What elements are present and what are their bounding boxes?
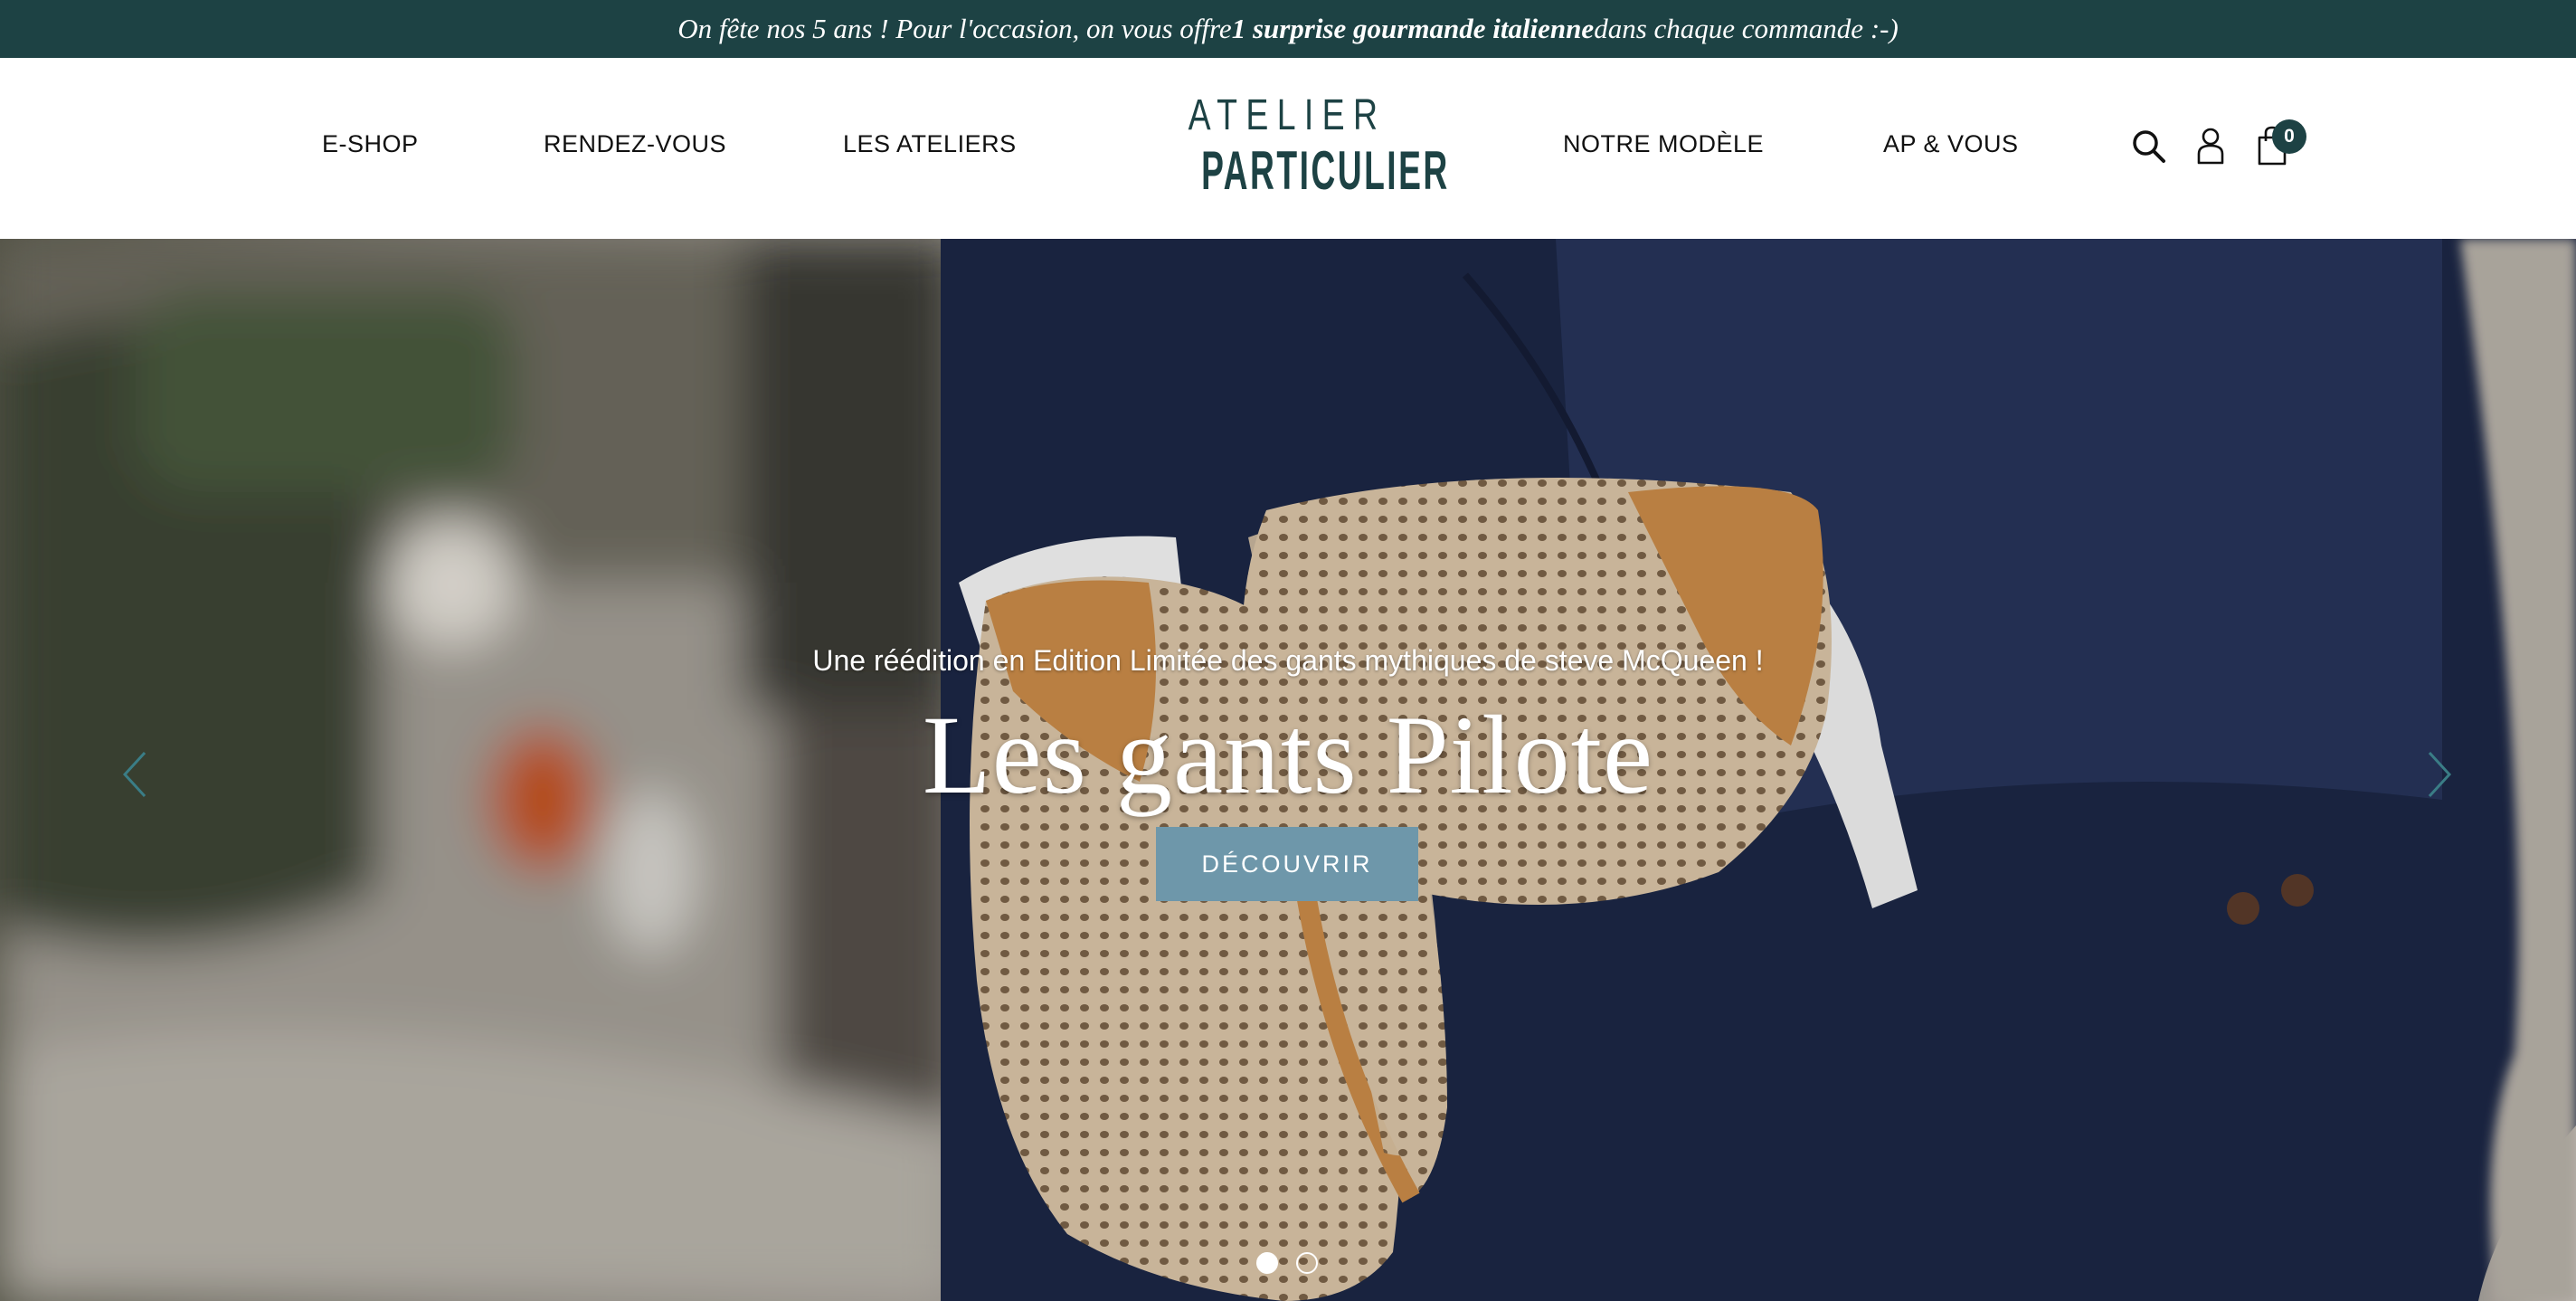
search-icon[interactable]: [2131, 128, 2167, 169]
announcement-highlight: 1 surprise gourmande italienne: [1231, 13, 1595, 44]
nav-les-ateliers[interactable]: LES ATELIERS: [843, 130, 1017, 158]
announcement-bar: On fête nos 5 ans ! Pour l'occasion, on …: [0, 0, 2576, 58]
discover-button[interactable]: DÉCOUVRIR: [1156, 827, 1418, 901]
announcement-suffix: dans chaque commande :-): [1594, 13, 1899, 44]
nav-rendez-vous[interactable]: RENDEZ-VOUS: [544, 130, 726, 158]
slide-dot-1[interactable]: [1256, 1252, 1278, 1274]
nav-ap-et-vous[interactable]: AP & VOUS: [1883, 130, 2019, 158]
hero-title: Les gants Pilote: [922, 693, 1654, 817]
logo-line-1: ATELIER: [1188, 91, 1387, 139]
next-slide-arrow-icon[interactable]: [2424, 749, 2455, 804]
prev-slide-arrow-icon[interactable]: [119, 749, 150, 804]
hero-subtitle: Une réédition en Edition Limitée des gan…: [812, 644, 1764, 677]
nav-eshop[interactable]: E-SHOP: [322, 130, 419, 158]
site-header: E-SHOP RENDEZ-VOUS LES ATELIERS ATELIER …: [0, 58, 2576, 239]
cart-count-badge: 0: [2272, 119, 2306, 154]
hero-slider: Une réédition en Edition Limitée des gan…: [0, 239, 2576, 1301]
nav-notre-modele[interactable]: NOTRE MODÈLE: [1563, 130, 1764, 158]
brand-logo[interactable]: ATELIER PARTICULIER: [1149, 90, 1450, 208]
logo-line-2: PARTICULIER: [1201, 140, 1450, 201]
slide-dot-2[interactable]: [1296, 1252, 1318, 1274]
announcement-prefix: On fête nos 5 ans ! Pour l'occasion, on …: [677, 13, 1232, 44]
user-icon[interactable]: [2196, 127, 2225, 169]
